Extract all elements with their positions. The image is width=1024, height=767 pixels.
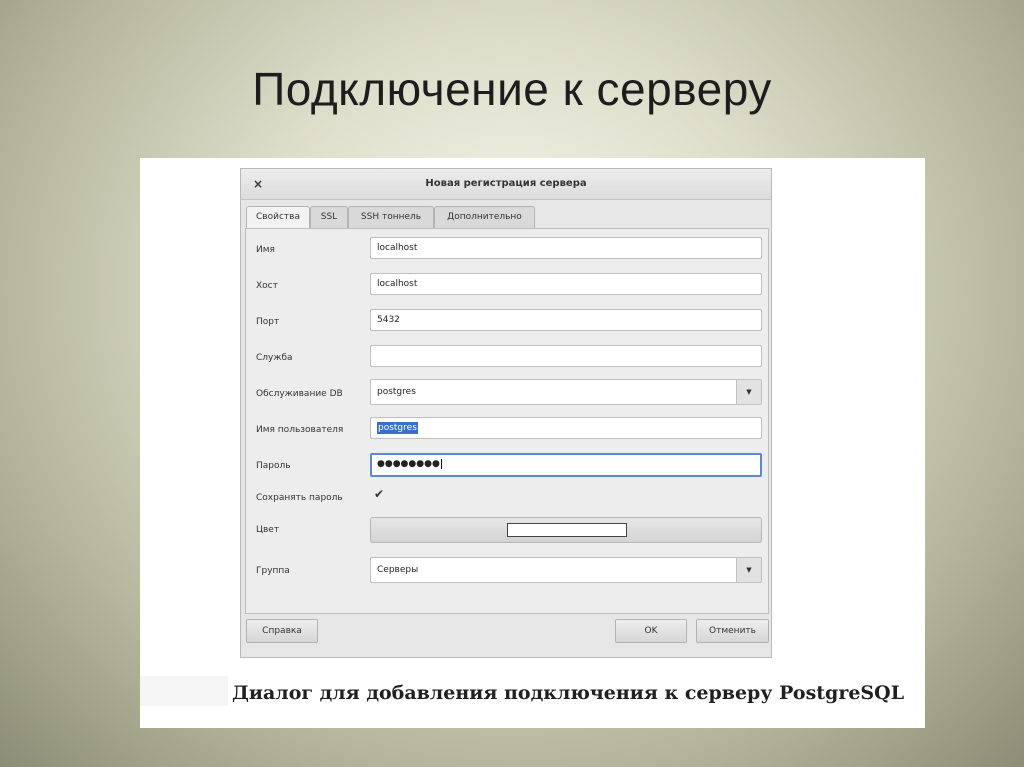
screenshot-panel: × Новая регистрация сервера Свойства SSL… <box>140 158 925 728</box>
color-swatch <box>507 523 627 537</box>
dialog-title: Новая регистрация сервера <box>425 178 587 189</box>
username-field[interactable]: postgres <box>370 417 762 439</box>
password-value: ●●●●●●●● <box>377 459 440 469</box>
group-label: Группа <box>256 566 290 576</box>
host-field[interactable]: localhost <box>370 273 762 295</box>
save-password-label: Сохранять пароль <box>256 493 343 503</box>
username-value: postgres <box>377 422 418 434</box>
service-field[interactable] <box>370 345 762 367</box>
color-label: Цвет <box>256 525 280 535</box>
properties-form: Имя localhost Хост localhost Порт 5432 С… <box>245 228 769 614</box>
help-button[interactable]: Справка <box>246 619 318 643</box>
caption-smudge <box>140 676 228 706</box>
save-password-checkbox[interactable]: ✔ <box>374 487 384 501</box>
tab-advanced[interactable]: Дополнительно <box>434 206 535 228</box>
maintenance-db-value: postgres <box>377 387 416 397</box>
figure-caption: Диалог для добавления подключения к серв… <box>232 682 905 704</box>
slide-title: Подключение к серверу <box>252 63 772 115</box>
password-label: Пароль <box>256 461 291 471</box>
ok-button[interactable]: OK <box>615 619 687 643</box>
host-label: Хост <box>256 281 278 291</box>
cancel-button[interactable]: Отменить <box>696 619 769 643</box>
service-label: Служба <box>256 353 293 363</box>
username-label: Имя пользователя <box>256 425 344 435</box>
group-value: Серверы <box>377 565 419 575</box>
password-field[interactable]: ●●●●●●●● <box>370 453 762 477</box>
chevron-down-icon[interactable]: ▼ <box>736 380 761 404</box>
color-picker-button[interactable] <box>370 517 762 543</box>
port-field[interactable]: 5432 <box>370 309 762 331</box>
name-field[interactable]: localhost <box>370 237 762 259</box>
port-label: Порт <box>256 317 280 327</box>
dialog-titlebar: × Новая регистрация сервера <box>241 169 771 200</box>
new-server-dialog: × Новая регистрация сервера Свойства SSL… <box>240 168 772 658</box>
name-label: Имя <box>256 245 275 255</box>
tab-properties[interactable]: Свойства <box>246 206 310 229</box>
maintenance-db-select[interactable]: postgres ▼ <box>370 379 762 405</box>
chevron-down-icon[interactable]: ▼ <box>736 558 761 582</box>
maintenance-db-label: Обслуживание DB <box>256 389 343 399</box>
group-select[interactable]: Серверы ▼ <box>370 557 762 583</box>
tab-ssh-tunnel[interactable]: SSH тоннель <box>348 206 434 228</box>
tab-ssl[interactable]: SSL <box>310 206 348 228</box>
